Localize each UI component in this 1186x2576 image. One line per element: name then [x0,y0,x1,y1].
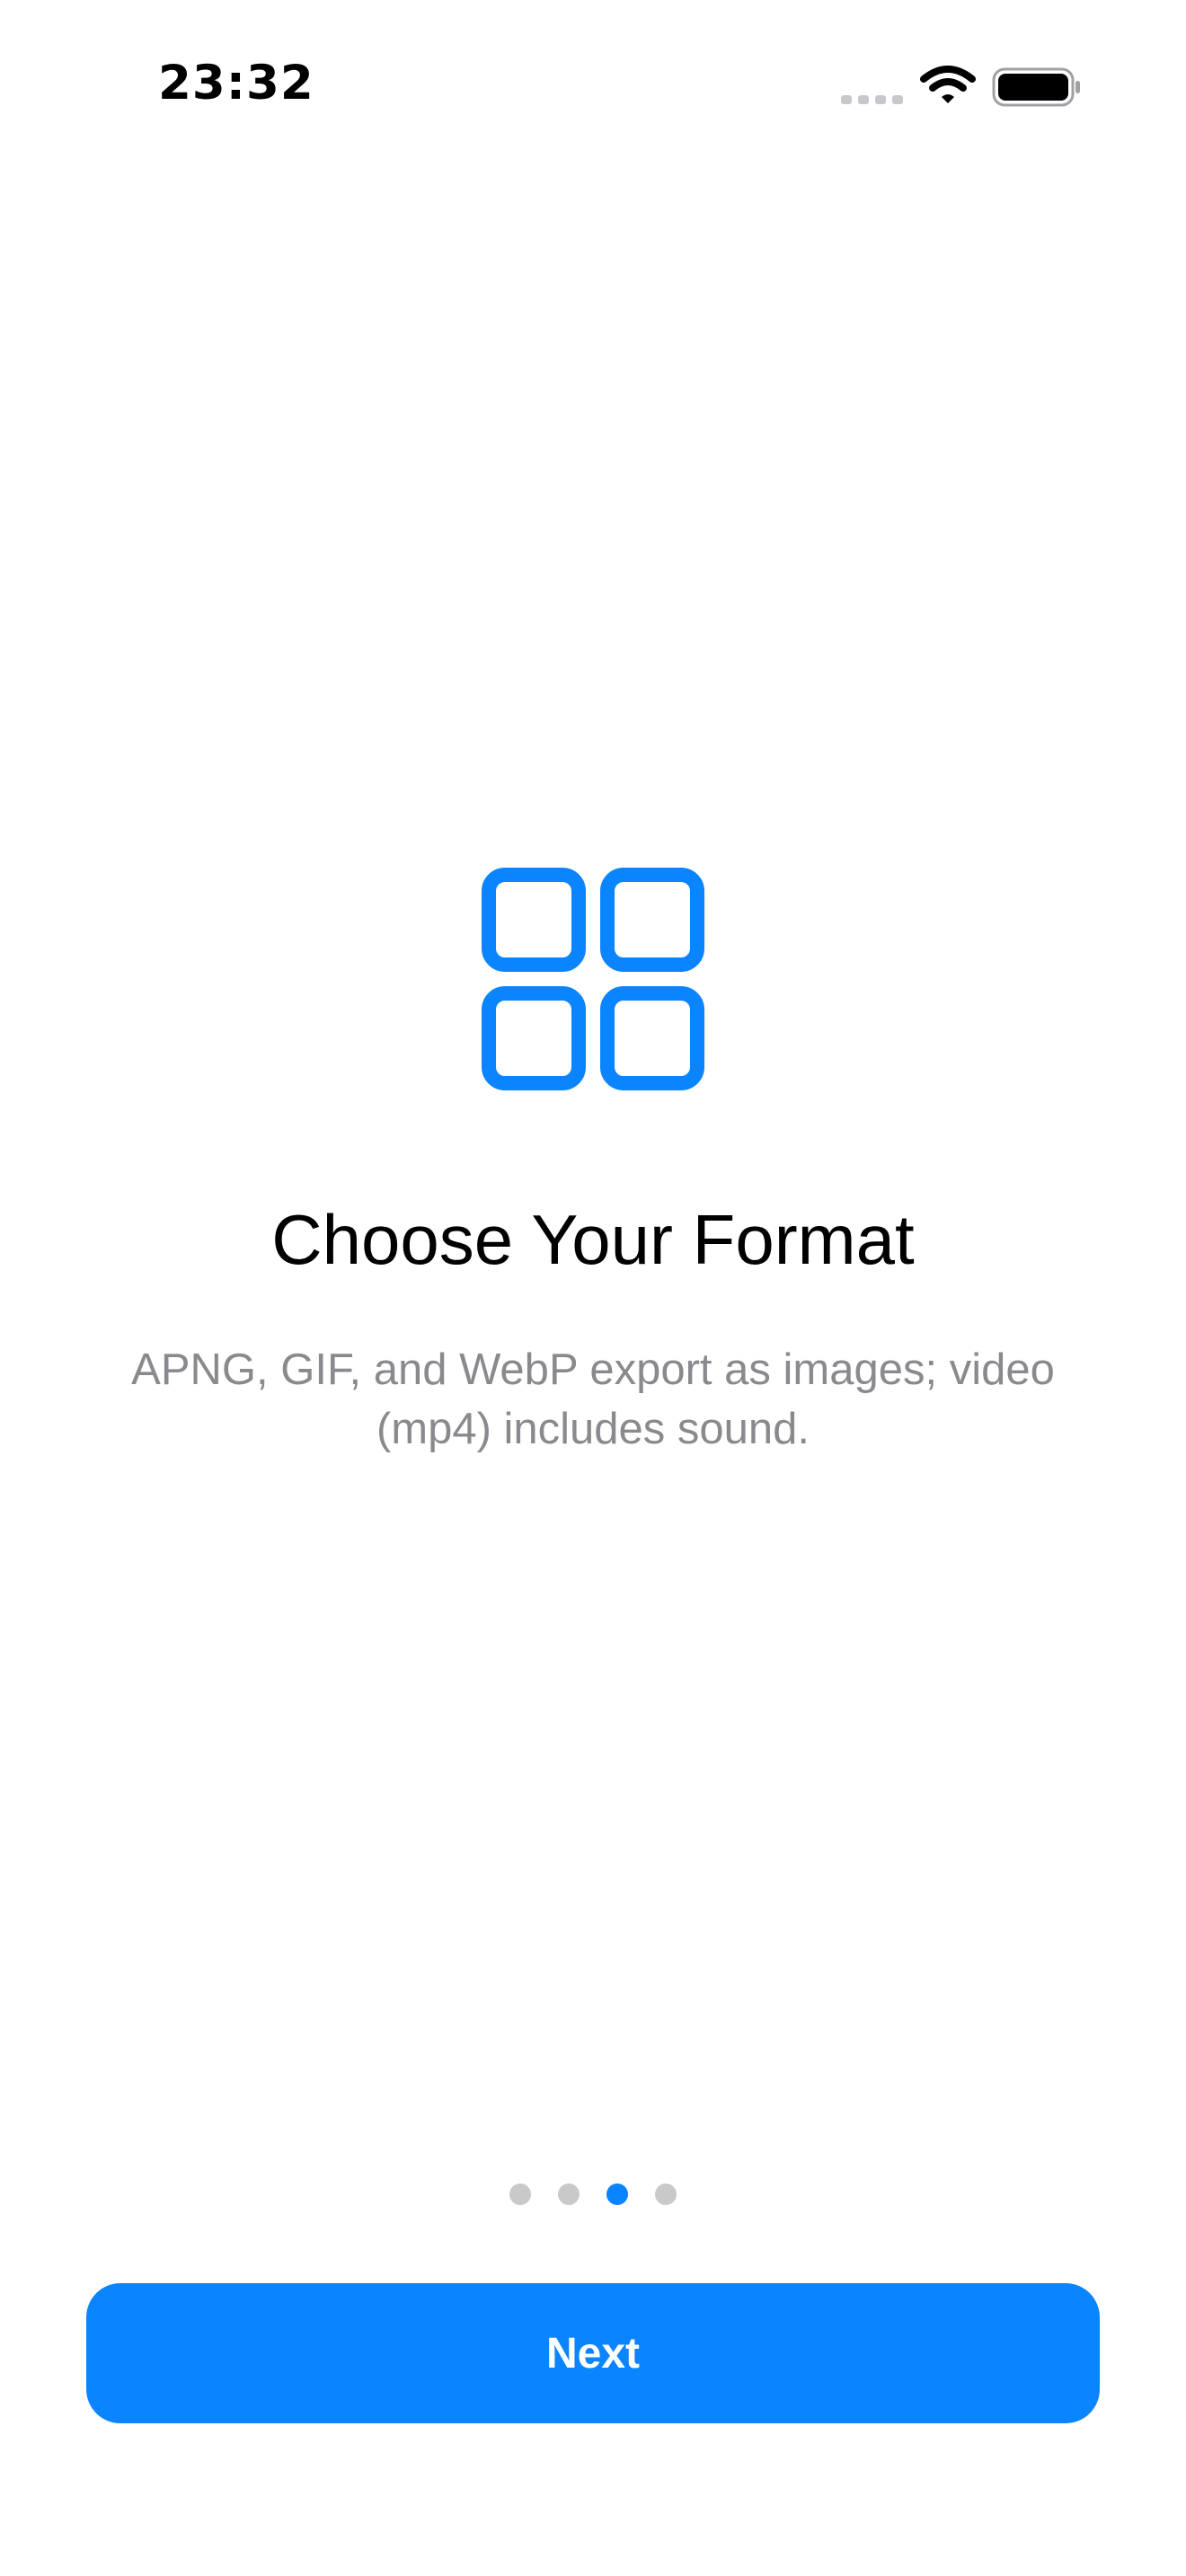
onboarding-title: Choose Your Format [271,1200,915,1279]
status-bar: 23:32 [0,0,1186,171]
next-button[interactable]: Next [86,2283,1100,2423]
page-dot[interactable] [655,2183,677,2205]
wifi-icon [920,66,976,103]
page-dot-active[interactable] [606,2183,628,2205]
battery-icon [992,67,1080,107]
status-time: 23:32 [158,56,314,110]
page-dot[interactable] [558,2183,580,2205]
page-dot[interactable] [509,2183,531,2205]
grid-2x2-icon [482,868,704,1090]
page-indicator[interactable] [0,2181,1186,2208]
cellular-signal-icon [841,95,903,104]
onboarding-description: APNG, GIF, and WebP export as images; vi… [131,1345,1055,1453]
